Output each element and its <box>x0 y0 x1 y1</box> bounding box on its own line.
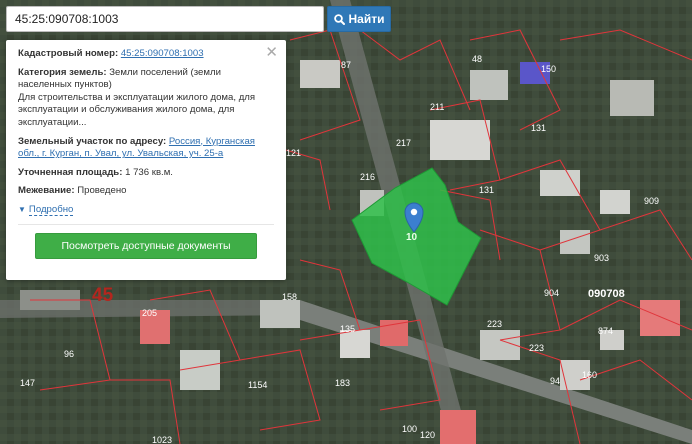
cadastral-number-row: Кадастровый номер: 45:25:090708:1003 <box>18 48 274 61</box>
land-category-row: Категория земель: Земли поселений (земли… <box>18 67 274 130</box>
view-documents-button[interactable]: Посмотреть доступные документы <box>35 232 257 259</box>
area-value: 1 736 кв.м. <box>125 166 173 178</box>
parcel-number: 216 <box>360 172 375 182</box>
parcel-marker-label: 10 <box>406 232 418 243</box>
parcel-number: 211 <box>430 102 444 112</box>
area-label: Уточненная площадь: <box>18 166 123 178</box>
survey-row: Межевание: Проведено <box>18 185 274 198</box>
map-pin-dot <box>410 208 418 216</box>
address-row: Земельный участок по адресу: Россия, Кур… <box>18 136 274 161</box>
parcel-number: 205 <box>142 308 157 318</box>
cadastral-number-label: Кадастровый номер: <box>18 48 119 59</box>
parcel-number: 87 <box>341 60 351 70</box>
quarter-label: 090708 <box>588 288 625 300</box>
survey-value: Проведено <box>77 185 127 197</box>
parcel-number: 150 <box>541 64 556 74</box>
close-icon[interactable]: ✕ <box>265 45 278 60</box>
search-icon <box>333 13 345 25</box>
land-purpose-text: Для строительства и эксплуатации жилого … <box>18 91 256 128</box>
parcel-number: 183 <box>335 378 350 388</box>
parcel-number: 100 <box>402 424 417 434</box>
parcel-number: 147 <box>20 378 35 388</box>
parcel-number: 904 <box>544 288 559 298</box>
parcel-number: 1023 <box>152 435 172 444</box>
parcel-number: 48 <box>472 54 482 64</box>
zone-label: 45 <box>92 285 114 306</box>
parcel-number: 903 <box>594 253 609 263</box>
survey-label: Межевание: <box>18 185 75 197</box>
parcel-number: 94 <box>550 376 560 386</box>
parcel-number: 120 <box>420 430 435 440</box>
parcel-number: 223 <box>487 319 502 329</box>
land-category-label: Категория земель: <box>18 66 107 78</box>
parcel-number: 217 <box>396 138 411 148</box>
search-button[interactable]: Найти <box>327 6 391 32</box>
parcel-number: 909 <box>644 196 659 206</box>
parcel-number: 135 <box>340 324 355 334</box>
parcel-number: 158 <box>282 292 297 302</box>
divider <box>18 223 274 225</box>
parcel-number: 223 <box>529 343 544 353</box>
details-link[interactable]: Подробно <box>28 204 74 217</box>
details-toggle[interactable]: ▼ Подробно <box>18 204 274 217</box>
address-label: Земельный участок по адресу: <box>18 135 167 147</box>
parcel-number: 121 <box>286 148 301 158</box>
parcel-number: 131 <box>479 185 494 195</box>
triangle-down-icon: ▼ <box>18 204 26 214</box>
parcel-number: 160 <box>582 370 597 380</box>
search-button-label: Найти <box>348 12 385 26</box>
parcel-number: 131 <box>531 123 546 133</box>
area-row: Уточненная площадь: 1 736 кв.м. <box>18 167 274 180</box>
parcel-number: 874 <box>598 326 613 336</box>
parcel-number: 96 <box>64 349 74 359</box>
cadastral-search-input[interactable] <box>6 6 324 32</box>
parcel-info-panel: ✕ Кадастровый номер: 45:25:090708:1003 К… <box>6 40 286 280</box>
cadastral-number-link[interactable]: 45:25:090708:1003 <box>121 48 204 59</box>
parcel-number: 1154 <box>248 380 267 390</box>
